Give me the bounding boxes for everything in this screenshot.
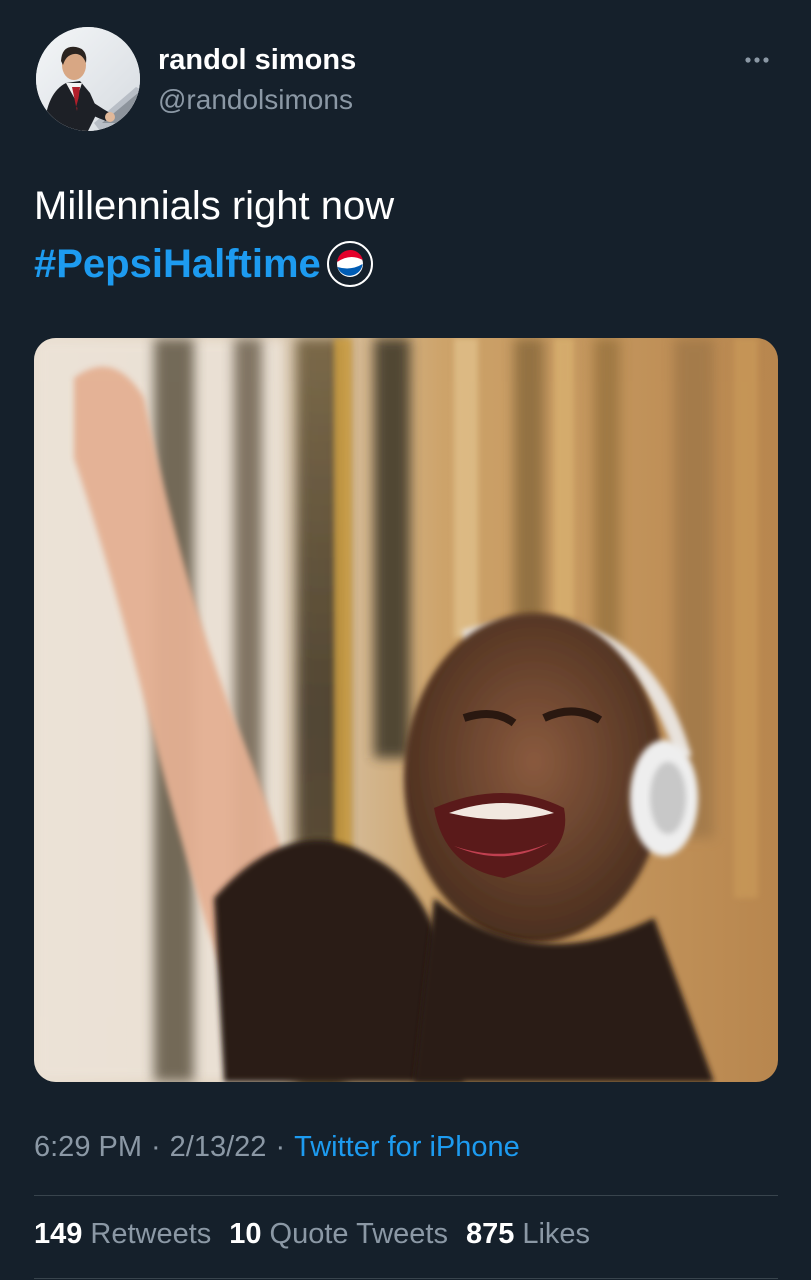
- user-handle[interactable]: @randolsimons: [158, 84, 353, 116]
- divider: [34, 1278, 778, 1279]
- likes-stat[interactable]: 875 Likes: [466, 1218, 590, 1251]
- retweets-count: 149: [34, 1218, 83, 1250]
- avatar[interactable]: [36, 27, 140, 131]
- display-name[interactable]: randol simons: [158, 44, 356, 77]
- hashtag-line: #PepsiHalftime: [34, 239, 373, 289]
- divider: [34, 1195, 778, 1196]
- pepsi-logo-icon: [326, 241, 373, 287]
- tweet-text: Millennials right now: [34, 184, 395, 228]
- tweet-source-link[interactable]: Twitter for iPhone: [294, 1131, 520, 1164]
- quote-tweets-stat[interactable]: 10 Quote Tweets: [229, 1218, 448, 1251]
- tweet-date[interactable]: 2/13/22: [170, 1131, 267, 1164]
- quote-tweets-label: Quote Tweets: [269, 1218, 448, 1250]
- meta-separator: ·: [151, 1131, 161, 1163]
- more-options-button[interactable]: [735, 42, 779, 78]
- quote-tweets-count: 10: [229, 1218, 262, 1250]
- more-horizontal-icon: [745, 57, 769, 63]
- likes-count: 875: [465, 1218, 515, 1250]
- tweet-meta: 6:29 PM · 2/13/22 · Twitter for iPhone: [34, 1131, 520, 1164]
- avatar-photo: [36, 27, 140, 131]
- hashtag-link[interactable]: #PepsiHalftime: [34, 242, 321, 287]
- tweet-time[interactable]: 6:29 PM: [34, 1131, 142, 1164]
- meta-separator: ·: [275, 1131, 286, 1163]
- photo-image: [34, 338, 778, 1082]
- tweet-photo[interactable]: [34, 338, 778, 1082]
- retweets-stat[interactable]: 149 Retweets: [34, 1218, 211, 1251]
- tweet-stats: 149 Retweets 10 Quote Tweets 875 Likes: [34, 1218, 608, 1251]
- tweet-detail: randol simons @randolsimons Millennials …: [0, 0, 811, 1280]
- retweets-label: Retweets: [90, 1218, 212, 1250]
- likes-label: Likes: [522, 1218, 591, 1250]
